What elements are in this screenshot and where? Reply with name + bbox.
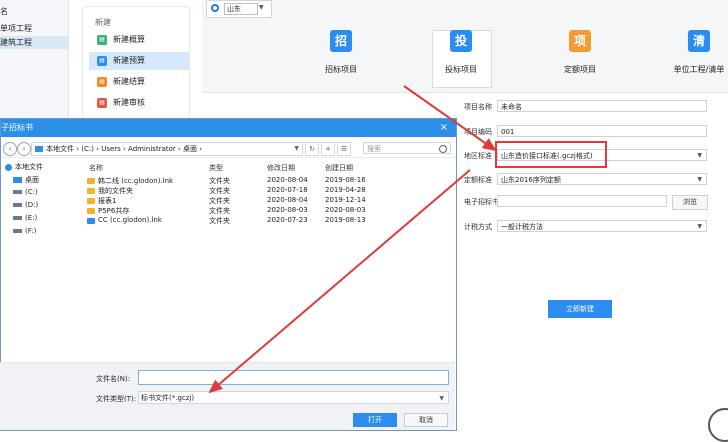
annotation-arrows bbox=[208, 85, 497, 394]
corner-widget bbox=[708, 408, 728, 442]
arrow-to-region bbox=[403, 85, 497, 152]
arrow-to-filetype bbox=[208, 169, 471, 394]
